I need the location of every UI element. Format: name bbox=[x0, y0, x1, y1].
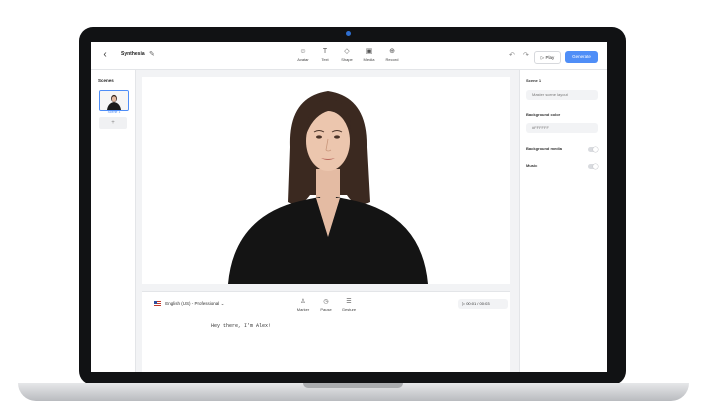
tool-shape[interactable]: ◇ Shape bbox=[336, 47, 358, 62]
script-text-editor[interactable]: Hey there, I'm Alex! bbox=[211, 323, 271, 329]
redo-icon[interactable]: ↷ bbox=[523, 51, 529, 59]
tool-label: Avatar bbox=[297, 57, 309, 62]
script-tool-label: Marker bbox=[296, 307, 310, 312]
script-tool-label: Gesture bbox=[341, 307, 357, 312]
script-tool-pause[interactable]: ◷ Pause bbox=[315, 298, 337, 312]
tool-label: Shape bbox=[341, 57, 353, 62]
text-icon: T bbox=[322, 48, 328, 55]
tool-media[interactable]: ▣ Media bbox=[358, 47, 380, 62]
tool-text[interactable]: T Text bbox=[314, 47, 336, 62]
scenes-title: Scenes bbox=[98, 78, 114, 83]
tool-label: Text bbox=[321, 57, 329, 62]
background-color-label: Background color bbox=[526, 112, 561, 117]
scene-section-text: Scene 1 bbox=[526, 78, 542, 83]
shape-icon: ◇ bbox=[344, 48, 350, 55]
background-media-label: Background media bbox=[526, 146, 563, 151]
play-label: Play bbox=[545, 55, 555, 60]
gesture-icon: ☰ bbox=[346, 299, 352, 305]
language-select[interactable]: English (US) - Professional ⌄ bbox=[150, 299, 228, 309]
background-color-value: #FFFFFF bbox=[532, 125, 549, 130]
media-icon: ▣ bbox=[365, 48, 373, 55]
duration-label: 00:01 / 00:03 bbox=[466, 301, 490, 306]
tool-label: Record bbox=[385, 57, 399, 62]
scene-thumbnail[interactable] bbox=[99, 90, 129, 111]
back-button[interactable]: ‹ bbox=[99, 49, 111, 61]
app-window: ‹ Synthesia ✎ ☺ Avatar T Text ◇ Shape ▣ … bbox=[91, 42, 607, 372]
script-tool-gesture[interactable]: ☰ Gesture bbox=[338, 298, 360, 312]
script-tool-label: Pause bbox=[320, 307, 332, 312]
background-media-toggle[interactable] bbox=[588, 147, 598, 152]
generate-button[interactable]: Generate bbox=[565, 51, 598, 63]
us-flag-icon bbox=[154, 301, 161, 307]
script-panel: English (US) - Professional ⌄ ♙ Marker ◷… bbox=[142, 291, 510, 372]
scenes-panel: Scenes Scene 1 + bbox=[91, 70, 136, 372]
language-label: English (US) - Professional bbox=[165, 301, 220, 306]
scene-label: Scene 1 bbox=[107, 110, 121, 114]
avatar-image[interactable] bbox=[142, 77, 510, 284]
project-title[interactable]: Synthesia bbox=[121, 51, 145, 57]
duration-play-button[interactable]: ▷ 00:01 / 00:03 bbox=[458, 299, 508, 309]
tool-record[interactable]: ⊕ Record bbox=[381, 47, 403, 62]
background-color-field[interactable]: #FFFFFF bbox=[526, 123, 598, 133]
scene-section-label: Scene 1 bbox=[526, 78, 541, 83]
top-toolbar: ‹ Synthesia ✎ ☺ Avatar T Text ◇ Shape ▣ … bbox=[91, 42, 607, 70]
chevron-down-icon: ⌄ bbox=[220, 301, 225, 306]
music-label: Music bbox=[526, 163, 538, 168]
script-tool-marker[interactable]: ♙ Marker bbox=[292, 298, 314, 312]
laptop-notch bbox=[303, 383, 403, 388]
pencil-icon[interactable]: ✎ bbox=[149, 50, 155, 58]
properties-panel: Scene 1 Master scene layout Background c… bbox=[519, 70, 607, 372]
add-scene-button[interactable]: + bbox=[99, 117, 127, 129]
webcam-icon bbox=[346, 31, 351, 36]
marker-icon: ♙ bbox=[300, 299, 306, 305]
tool-label: Media bbox=[363, 57, 375, 62]
layout-select[interactable]: Master scene layout bbox=[526, 90, 598, 100]
scene-avatar-thumb bbox=[100, 91, 128, 110]
play-icon: ▷ bbox=[540, 55, 545, 60]
undo-icon[interactable]: ↶ bbox=[509, 51, 515, 59]
tool-avatar[interactable]: ☺ Avatar bbox=[292, 47, 314, 62]
arrow-left-icon: ‹ bbox=[103, 49, 107, 60]
music-toggle[interactable] bbox=[588, 164, 598, 169]
layout-value: Master scene layout bbox=[532, 92, 568, 97]
video-canvas[interactable] bbox=[142, 77, 510, 284]
record-icon: ⊕ bbox=[389, 48, 395, 55]
play-button[interactable]: ▷ Play bbox=[534, 51, 561, 64]
pause-icon: ◷ bbox=[323, 299, 329, 305]
avatar-icon: ☺ bbox=[299, 48, 307, 55]
